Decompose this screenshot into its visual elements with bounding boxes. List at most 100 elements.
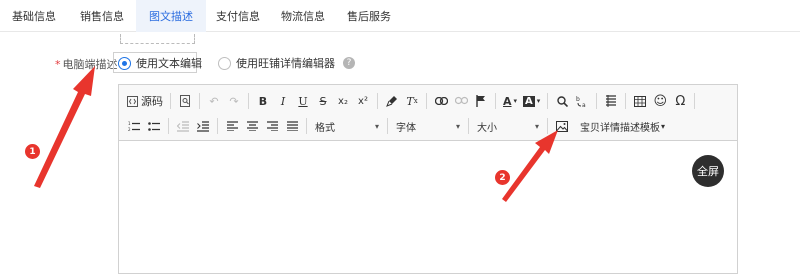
font-select[interactable]: 字体 ▾ <box>392 116 464 136</box>
tab-after-sales[interactable]: 售后服务 <box>336 0 402 32</box>
preview-icon <box>179 95 190 107</box>
fullscreen-button[interactable]: 全屏 <box>692 155 724 187</box>
svg-text:2: 2 <box>128 127 131 132</box>
indent-icon <box>197 120 209 132</box>
source-button[interactable]: 源码 <box>124 91 166 111</box>
separator <box>248 93 249 109</box>
bg-color-button[interactable]: A ▾ <box>520 91 543 111</box>
replace-button[interactable]: ba <box>572 91 592 111</box>
tab-logistics-info[interactable]: 物流信息 <box>270 0 336 32</box>
italic-button[interactable]: I <box>273 91 293 111</box>
align-left-button[interactable] <box>222 116 242 136</box>
search-icon <box>557 95 568 107</box>
badge-number: 2 <box>499 172 506 183</box>
bold-button[interactable]: B <box>253 91 273 111</box>
separator <box>625 93 627 109</box>
find-button[interactable] <box>552 91 572 111</box>
source-label: 源码 <box>141 95 163 108</box>
format-painter-icon <box>386 96 397 107</box>
link-button[interactable] <box>431 91 451 111</box>
bullet-list-button[interactable] <box>144 116 164 136</box>
annotation-arrow-1 <box>34 66 95 188</box>
field-label-text: 电脑端描述 <box>62 58 118 71</box>
chevron-down-icon: ▾ <box>513 97 518 105</box>
table-icon <box>634 95 647 107</box>
font-color-button[interactable]: A ▾ <box>500 91 520 111</box>
tab-sales-info[interactable]: 销售信息 <box>68 0 136 32</box>
tab-label: 图文描述 <box>149 10 193 23</box>
numbered-list-button[interactable]: 12 <box>124 116 144 136</box>
separator <box>495 93 496 109</box>
italic-icon: I <box>280 94 286 108</box>
chevron-down-icon: ▾ <box>374 121 379 131</box>
justify-button[interactable] <box>282 116 302 136</box>
annotation-badge-1: 1 <box>25 144 40 159</box>
dashed-placeholder-box <box>120 34 195 44</box>
clear-format-button[interactable]: Tx <box>402 91 422 111</box>
numbered-list-icon: 12 <box>128 121 140 132</box>
tab-bar: 基础信息 销售信息 图文描述 支付信息 物流信息 售后服务 <box>0 0 800 32</box>
subscript-button[interactable]: x₂ <box>333 91 353 111</box>
emoji-icon: ☺ <box>653 93 668 109</box>
format-painter-button[interactable] <box>382 91 402 111</box>
editor-content-area[interactable] <box>119 142 737 273</box>
font-select-label: 字体 <box>396 122 416 134</box>
radio-unchecked-icon[interactable] <box>218 56 231 70</box>
undo-button[interactable]: ↶ <box>204 91 224 111</box>
superscript-icon: x² <box>358 95 368 107</box>
undo-icon: ↶ <box>209 94 219 108</box>
field-label: * 电脑端描述 <box>55 56 118 72</box>
table-button[interactable] <box>630 91 650 111</box>
annotation-badge-2: 2 <box>495 170 510 185</box>
editor-toolbar: 源码 ↶ ↷ B I U S x₂ x² Tx A ▾ A ▾ b a ☺ Ω … <box>119 85 737 141</box>
flag-icon <box>476 95 485 107</box>
description-type-row: * 电脑端描述 使用文本编辑 使用旺铺详情编辑器 ? <box>0 52 800 74</box>
underline-button[interactable]: U <box>293 91 313 111</box>
superscript-button[interactable]: x² <box>353 91 373 111</box>
outdent-button[interactable] <box>173 116 193 136</box>
separator <box>217 118 218 134</box>
size-select-label: 大小 <box>477 122 497 134</box>
align-center-button[interactable] <box>242 116 262 136</box>
radio-shop-editor[interactable]: 使用旺铺详情编辑器 ? <box>218 55 355 71</box>
tab-label: 基础信息 <box>12 10 56 23</box>
tab-basic-info[interactable]: 基础信息 <box>0 0 68 32</box>
required-mark: * <box>55 58 61 71</box>
blocks-button[interactable] <box>601 91 621 111</box>
strikethrough-button[interactable]: S <box>313 91 333 111</box>
template-dropdown-label: 宝贝详情描述模板 <box>580 122 660 134</box>
tab-label: 售后服务 <box>347 10 391 23</box>
align-right-button[interactable] <box>262 116 282 136</box>
svg-text:1: 1 <box>128 121 131 126</box>
strikethrough-icon: S <box>319 94 327 108</box>
special-char-button[interactable]: Ω <box>670 91 690 111</box>
separator <box>306 118 307 134</box>
tab-payment-info[interactable]: 支付信息 <box>206 0 270 32</box>
anchor-button[interactable] <box>471 91 491 111</box>
preview-button[interactable] <box>175 91 195 111</box>
radio-checked-icon[interactable] <box>118 56 131 70</box>
separator <box>596 93 598 109</box>
radio-text-editor[interactable]: 使用文本编辑 <box>118 55 202 71</box>
help-icon[interactable]: ? <box>343 57 355 69</box>
tab-label: 销售信息 <box>80 10 124 23</box>
format-select[interactable]: 格式 ▾ <box>311 116 383 136</box>
separator <box>694 93 696 109</box>
separator <box>468 118 469 134</box>
size-select[interactable]: 大小 ▾ <box>473 116 543 136</box>
emoji-button[interactable]: ☺ <box>650 91 670 111</box>
format-select-label: 格式 <box>315 122 335 134</box>
separator <box>547 118 548 134</box>
separator <box>377 93 378 109</box>
separator <box>426 93 427 109</box>
template-dropdown[interactable]: 宝贝详情描述模板 ▾ <box>580 119 665 134</box>
bullet-list-icon <box>148 121 160 131</box>
chevron-down-icon: ▾ <box>661 121 666 131</box>
bold-icon: B <box>258 94 268 108</box>
insert-image-button[interactable] <box>552 116 572 136</box>
redo-button[interactable]: ↷ <box>224 91 244 111</box>
tab-description[interactable]: 图文描述 <box>136 0 206 32</box>
unlink-button[interactable] <box>451 91 471 111</box>
link-icon <box>434 97 448 105</box>
indent-button[interactable] <box>193 116 213 136</box>
